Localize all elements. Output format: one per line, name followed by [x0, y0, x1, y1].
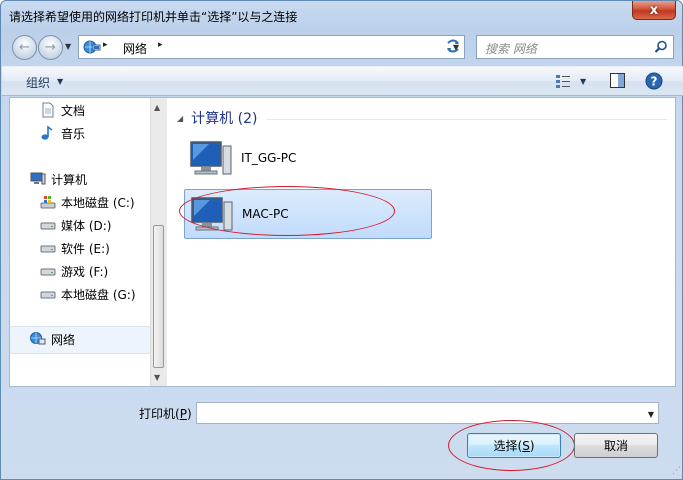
breadcrumb-network[interactable]: 网络 [123, 40, 147, 57]
computer-name: IT_GG-PC [241, 151, 297, 165]
drive-icon [40, 222, 56, 230]
svg-text:?: ? [651, 75, 658, 89]
resize-grip-icon[interactable]: ⋰ [672, 466, 681, 476]
select-button[interactable]: 选择(S) [467, 433, 561, 458]
close-icon: x [649, 2, 659, 18]
sidebar-item-drive-g[interactable]: 本地磁盘 (G:) [40, 283, 136, 305]
sidebar-item-computer[interactable]: 计算机 [30, 168, 87, 190]
content-area: 文档 音乐 计算机 本地磁盘 (C:) 媒体 (D:) 软件 (E:) 游戏 (… [9, 97, 676, 387]
sidebar-item-drive-e[interactable]: 软件 (E:) [40, 237, 110, 259]
back-arrow-icon: ← [19, 40, 30, 55]
navigation-pane: 文档 音乐 计算机 本地磁盘 (C:) 媒体 (D:) 软件 (E:) 游戏 (… [10, 98, 150, 386]
close-button[interactable]: x [632, 1, 676, 20]
navigation-bar: ← → ▼ ▸ 网络 ▸ ▼ 搜索 网络 [1, 32, 682, 64]
cancel-button[interactable]: 取消 [574, 433, 658, 458]
search-box[interactable]: 搜索 网络 [476, 35, 674, 59]
sidebar-item-music[interactable]: 音乐 [40, 122, 85, 144]
view-dropdown-icon[interactable]: ▼ [580, 77, 586, 86]
scroll-up-icon[interactable]: ▲ [154, 103, 160, 112]
scroll-down-icon[interactable]: ▼ [154, 373, 160, 382]
network-icon [83, 40, 101, 54]
network-icon [30, 332, 46, 345]
window-title: 请选择希望使用的网络打印机并单击“选择”以与之连接 [9, 10, 298, 24]
address-bar[interactable]: ▸ 网络 ▸ ▼ [78, 35, 465, 59]
sidebar-item-label: 软件 (E:) [61, 241, 110, 256]
drive-icon [40, 291, 56, 299]
chevron-down-icon[interactable]: ▼ [648, 410, 654, 419]
search-input[interactable]: 搜索 网络 [485, 40, 537, 57]
view-options-icon[interactable] [555, 73, 571, 89]
computer-icon [190, 141, 232, 175]
title-bar[interactable]: 请选择希望使用的网络打印机并单击“选择”以与之连接 x [1, 1, 682, 31]
command-bar: 组织 ▼ ▼ ? [2, 66, 683, 96]
sidebar-item-drive-c[interactable]: 本地磁盘 (C:) [40, 191, 135, 213]
sidebar-item-label: 文档 [61, 103, 86, 118]
computer-icon [30, 172, 46, 185]
computer-item-mac-pc[interactable]: MAC-PC [184, 189, 432, 239]
help-icon[interactable]: ? [645, 72, 663, 90]
sidebar-item-label: 网络 [51, 332, 76, 347]
drive-icon [40, 268, 56, 276]
preview-pane-icon[interactable] [610, 73, 625, 88]
sidebar-item-label: 本地磁盘 (C:) [61, 195, 135, 210]
group-header-computers[interactable]: ◢ 计算机 (2) [177, 108, 257, 128]
music-icon [41, 125, 53, 140]
system-drive-icon [40, 196, 56, 209]
sidebar-item-drive-d[interactable]: 媒体 (D:) [40, 214, 111, 236]
sidebar-item-documents[interactable]: 文档 [40, 99, 85, 121]
search-icon[interactable] [654, 40, 668, 54]
computer-item-it-gg-pc[interactable]: IT_GG-PC [184, 133, 432, 183]
sidebar-item-label: 音乐 [61, 126, 86, 141]
drive-icon [40, 245, 56, 253]
sidebar-scrollbar[interactable]: ▲ ▼ [150, 98, 167, 386]
recent-pages-dropdown[interactable]: ▼ [65, 42, 71, 51]
select-button-label: 选择(S) [493, 439, 535, 453]
forward-arrow-icon: → [45, 40, 56, 55]
computer-name: MAC-PC [242, 207, 289, 221]
printer-label: 打印机(P) [139, 407, 192, 421]
sidebar-item-label: 本地磁盘 (G:) [61, 287, 136, 302]
forward-button[interactable]: → [38, 35, 63, 60]
breadcrumb-chevron[interactable]: ▸ [158, 40, 163, 50]
sidebar-item-network[interactable]: 网络 [30, 328, 75, 350]
collapse-arrow-icon[interactable]: ◢ [177, 114, 183, 123]
file-list: ◢ 计算机 (2) IT_GG-PC MAC-PC [167, 98, 675, 386]
group-divider [267, 119, 667, 120]
cancel-button-label: 取消 [603, 439, 628, 453]
refresh-icon[interactable] [442, 35, 464, 57]
computer-icon [191, 197, 233, 231]
sidebar-item-label: 游戏 (F:) [61, 264, 109, 279]
group-header-label: 计算机 (2) [191, 111, 258, 127]
dialog-window: 请选择希望使用的网络打印机并单击“选择”以与之连接 x ← → ▼ ▸ 网络 ▸… [0, 0, 683, 480]
breadcrumb-root-chevron[interactable]: ▸ [103, 40, 108, 50]
back-button[interactable]: ← [12, 35, 37, 60]
sidebar-item-label: 计算机 [51, 172, 88, 187]
organize-button[interactable]: 组织 [26, 74, 50, 91]
organize-dropdown-icon[interactable]: ▼ [57, 77, 63, 86]
printer-combobox[interactable]: ▼ [196, 402, 659, 424]
scrollbar-thumb[interactable] [153, 225, 164, 368]
sidebar-item-drive-f[interactable]: 游戏 (F:) [40, 260, 108, 282]
document-icon [42, 102, 54, 118]
sidebar-item-label: 媒体 (D:) [61, 218, 112, 233]
